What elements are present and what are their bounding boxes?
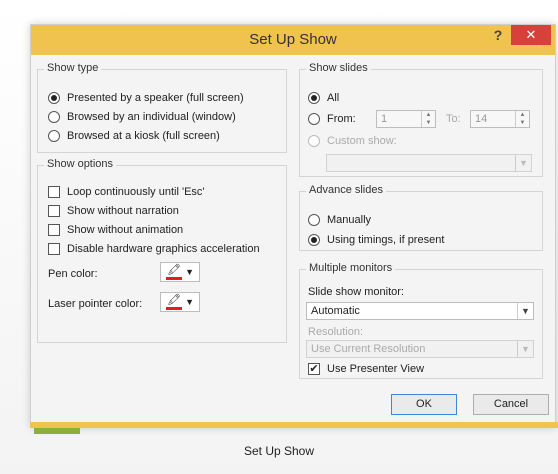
checkbox[interactable]	[48, 224, 60, 236]
resolution-select[interactable]: Use Current Resolution ▼	[306, 340, 534, 358]
show-type-legend: Show type	[44, 62, 102, 74]
radio-presented-by-speaker[interactable]: Presented by a speaker (full screen)	[48, 90, 244, 106]
radio-icon[interactable]	[308, 113, 320, 125]
radio-using-timings[interactable]: Using timings, if present	[308, 232, 444, 248]
show-options-legend: Show options	[44, 158, 117, 170]
radio-label: Manually	[327, 214, 372, 226]
advance-slides-group: Advance slides Manually Using timings, i…	[299, 184, 543, 251]
radio-label: Browsed at a kiosk (full screen)	[67, 130, 220, 142]
radio-manually[interactable]: Manually	[308, 212, 371, 228]
radio-label: From:	[327, 113, 356, 125]
to-value: 14	[475, 113, 488, 125]
monitor-value: Automatic	[311, 305, 360, 317]
cancel-button[interactable]: Cancel	[473, 394, 549, 415]
green-accent-mark	[34, 428, 80, 434]
custom-show-select[interactable]: ▼	[326, 154, 532, 172]
radio-label: Presented by a speaker (full screen)	[67, 92, 244, 104]
radio-icon[interactable]	[48, 111, 60, 123]
close-button[interactable]: ✕	[511, 25, 551, 45]
check-loop-continuously[interactable]: Loop continuously until 'Esc'	[48, 184, 205, 200]
check-label: Loop continuously until 'Esc'	[67, 186, 205, 198]
radio-browsed-individual[interactable]: Browsed by an individual (window)	[48, 109, 236, 125]
advance-slides-legend: Advance slides	[306, 184, 386, 196]
laser-color-button[interactable]: 🖍 ▼	[160, 292, 200, 312]
radio-icon[interactable]	[308, 214, 320, 226]
resolution-value: Use Current Resolution	[311, 343, 426, 355]
spin-arrows-icon[interactable]: ▲ ▼	[421, 111, 435, 127]
radio-icon[interactable]	[308, 92, 320, 104]
checkbox[interactable]: ✔	[308, 363, 320, 375]
paint-bucket-icon: 🖍	[167, 264, 181, 276]
pen-color-label: Pen color:	[48, 268, 98, 280]
to-spinbox[interactable]: 14 ▲ ▼	[470, 110, 530, 128]
radio-icon[interactable]	[308, 234, 320, 246]
laser-color-swatch	[166, 307, 182, 310]
radio-all-slides[interactable]: All	[308, 90, 339, 106]
show-slides-legend: Show slides	[306, 62, 371, 74]
spin-arrows-icon[interactable]: ▲ ▼	[515, 111, 529, 127]
checkbox[interactable]	[48, 186, 60, 198]
check-label: Disable hardware graphics acceleration	[67, 243, 260, 255]
radio-from-slides[interactable]: From:	[308, 111, 356, 127]
ok-button[interactable]: OK	[391, 394, 457, 415]
multiple-monitors-legend: Multiple monitors	[306, 262, 396, 274]
radio-label: All	[327, 92, 340, 104]
radio-label: Browsed by an individual (window)	[67, 111, 236, 123]
laser-color-label: Laser pointer color:	[48, 298, 143, 310]
show-type-group: Show type Presented by a speaker (full s…	[37, 62, 287, 153]
check-label: Use Presenter View	[327, 363, 425, 375]
close-icon: ✕	[525, 27, 537, 42]
title-bar: Set Up Show ? ✕	[31, 25, 555, 55]
pen-color-button[interactable]: 🖍 ▼	[160, 262, 200, 282]
check-without-narration[interactable]: Show without narration	[48, 203, 179, 219]
check-without-animation[interactable]: Show without animation	[48, 222, 183, 238]
check-use-presenter-view[interactable]: ✔ Use Presenter View	[308, 361, 424, 377]
check-label: Show without narration	[67, 205, 179, 217]
caption: Set Up Show	[243, 444, 315, 458]
checkbox[interactable]	[48, 205, 60, 217]
radio-browsed-kiosk[interactable]: Browsed at a kiosk (full screen)	[48, 128, 220, 144]
show-options-group: Show options Loop continuously until 'Es…	[37, 158, 287, 343]
chevron-down-icon: ▼	[185, 267, 194, 277]
chevron-down-icon: ▼	[517, 303, 533, 319]
bottom-accent-strip	[30, 422, 558, 428]
check-label: Show without animation	[67, 224, 184, 236]
chevron-down-icon: ▼	[185, 297, 194, 307]
slide-show-monitor-label: Slide show monitor:	[308, 286, 404, 298]
show-slides-group: Show slides All From: 1 ▲ ▼ To: 14 ▲ ▼ Cus…	[299, 62, 543, 177]
radio-icon[interactable]	[48, 92, 60, 104]
from-value: 1	[381, 113, 388, 125]
check-disable-hw-acceleration[interactable]: Disable hardware graphics acceleration	[48, 241, 260, 257]
resolution-label: Resolution:	[308, 326, 364, 338]
chevron-down-icon: ▼	[515, 155, 531, 171]
checkbox[interactable]	[48, 243, 60, 255]
to-label: To:	[446, 113, 461, 125]
set-up-show-dialog: Set Up Show ? ✕ Show type Presented by a…	[30, 24, 556, 428]
radio-custom-show[interactable]: Custom show:	[308, 133, 397, 149]
radio-icon[interactable]	[48, 130, 60, 142]
multiple-monitors-group: Multiple monitors Slide show monitor: Au…	[299, 262, 543, 379]
chevron-down-icon: ▼	[517, 341, 533, 357]
help-button[interactable]: ?	[489, 27, 507, 47]
from-spinbox[interactable]: 1 ▲ ▼	[376, 110, 436, 128]
pen-color-swatch	[166, 277, 182, 280]
dialog-title: Set Up Show	[249, 31, 337, 48]
radio-label: Using timings, if present	[327, 234, 445, 246]
radio-icon[interactable]	[308, 135, 320, 147]
paint-bucket-icon: 🖍	[167, 294, 181, 306]
slide-show-monitor-select[interactable]: Automatic ▼	[306, 302, 534, 320]
radio-label: Custom show:	[327, 135, 397, 147]
